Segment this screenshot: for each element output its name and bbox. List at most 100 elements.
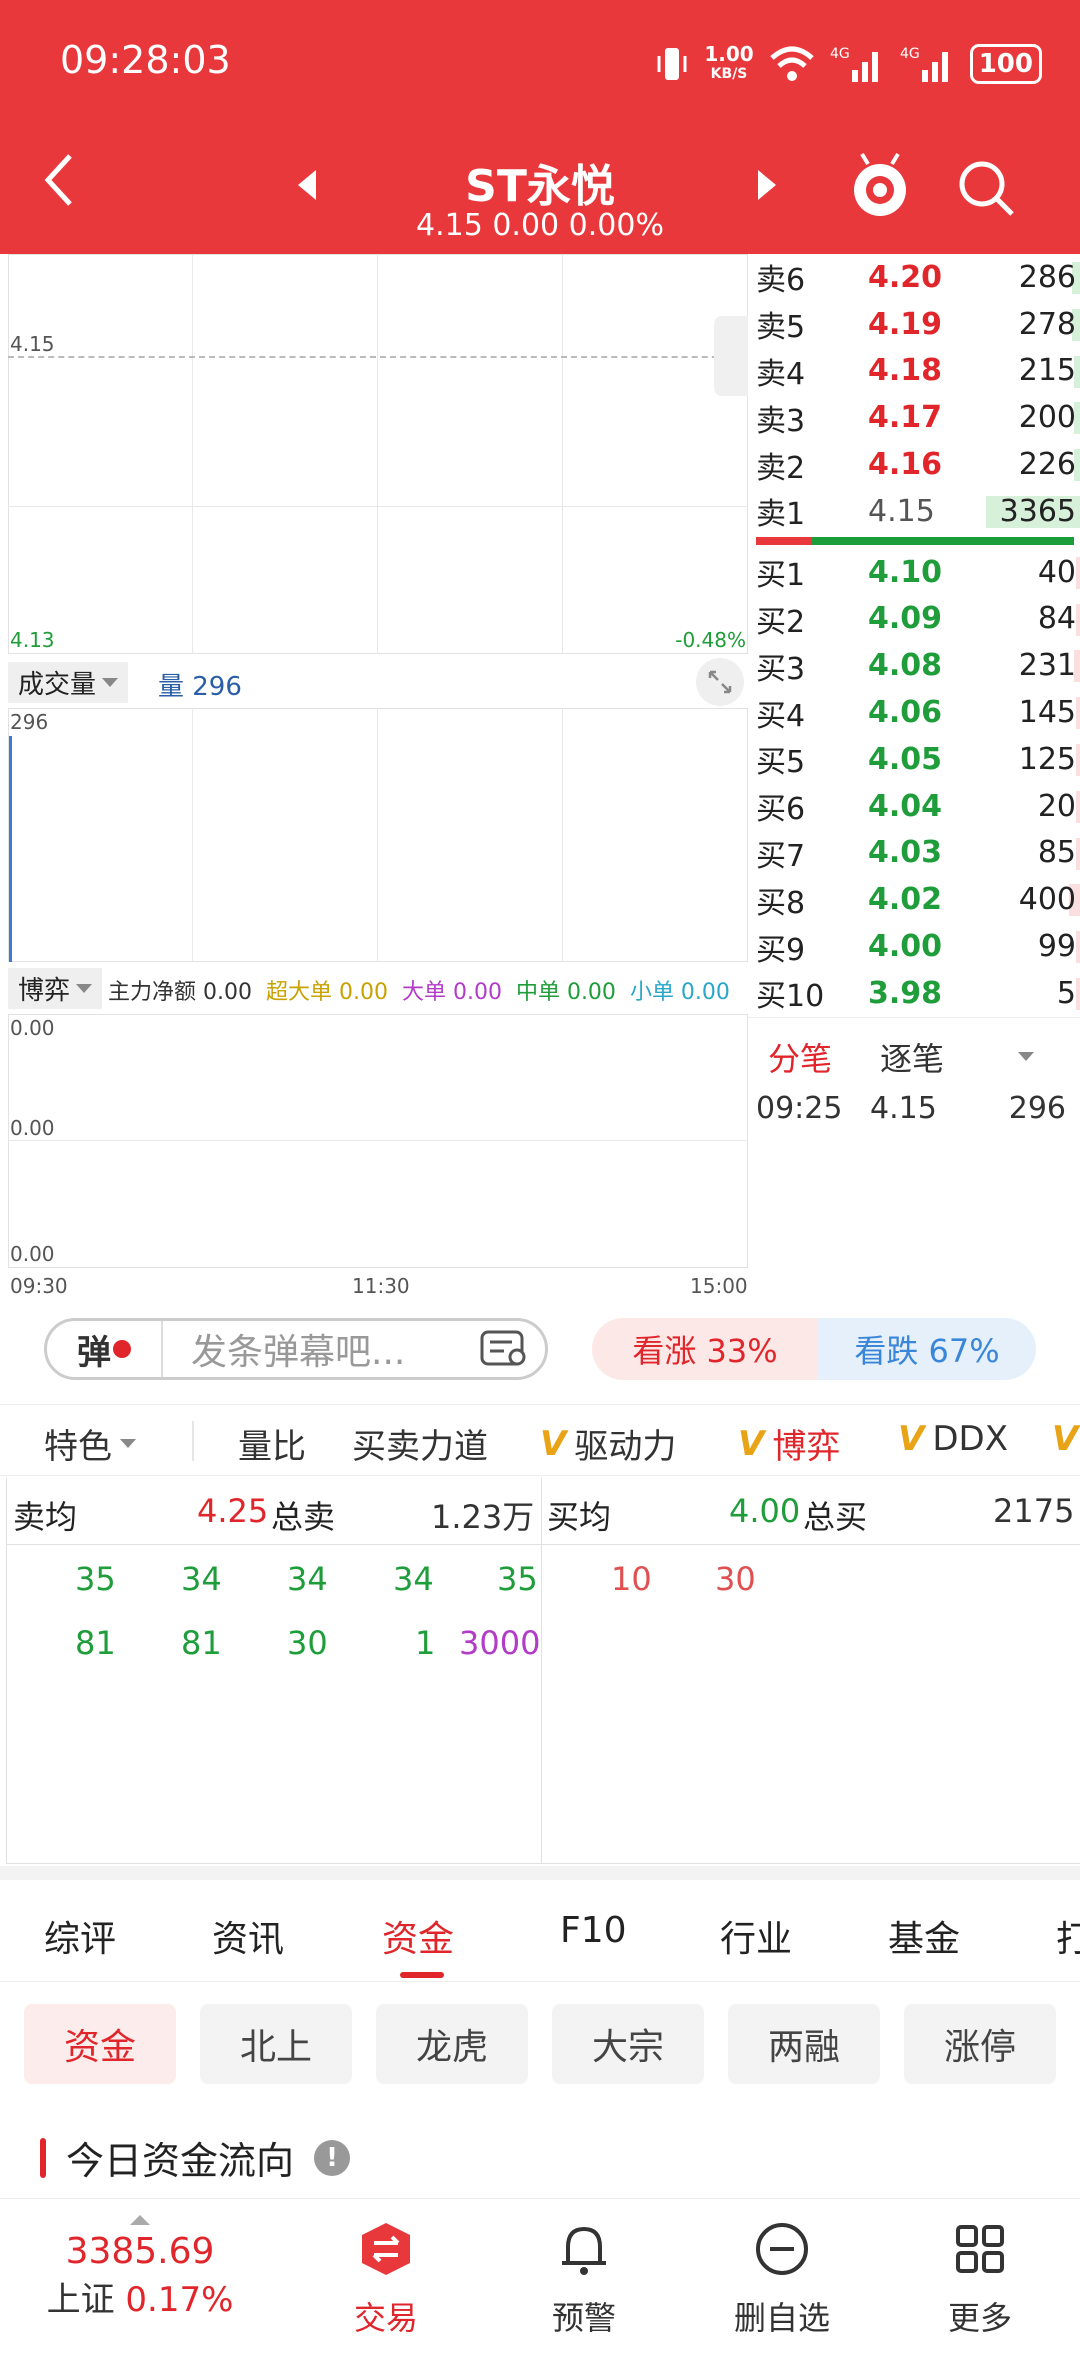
- tab-overview[interactable]: 综评: [44, 1910, 116, 1962]
- feature-selector[interactable]: 特色: [44, 1419, 136, 1468]
- sell-avg-label: 卖均: [13, 1498, 78, 1536]
- sell-row[interactable]: 卖2 4.16 226: [748, 441, 1080, 488]
- tab-zhubi[interactable]: 逐笔: [880, 1034, 944, 1080]
- chip-block-trade[interactable]: 大宗: [552, 2004, 704, 2084]
- price-high-label: 4.15: [10, 332, 55, 356]
- top-header: 09:28:03 1.00 KB/S 4G 4G 100 ST永悦 4.15 0.…: [0, 0, 1080, 254]
- flow-chart[interactable]: [8, 1014, 748, 1268]
- sell-row[interactable]: 卖1 4.15 3365: [748, 488, 1080, 535]
- search-icon[interactable]: [954, 156, 1018, 220]
- chevron-down-icon[interactable]: [1018, 1051, 1034, 1061]
- danmaku-placeholder[interactable]: 发条弹幕吧...: [163, 1323, 479, 1375]
- sell-order-10: 3000: [459, 1624, 541, 1662]
- nav-alert[interactable]: 预警: [484, 2219, 684, 2339]
- chip-funds[interactable]: 资金: [24, 2004, 176, 2084]
- tab-driving-force[interactable]: V 驱动力: [540, 1419, 676, 1468]
- buy-row[interactable]: 买3 4.08 231: [748, 642, 1080, 689]
- nav-more[interactable]: 更多: [880, 2219, 1080, 2339]
- sell-level-label: 卖2: [756, 450, 806, 486]
- buy-volume-bar: [1076, 697, 1080, 730]
- buy-row[interactable]: 买2 4.09 84: [748, 596, 1080, 643]
- buy-level-volume: 400: [1018, 882, 1076, 918]
- buy-row[interactable]: 买10 3.98 5: [748, 970, 1080, 1017]
- volume-label: 量 296: [158, 672, 242, 702]
- tab-news[interactable]: 资讯: [212, 1910, 284, 1962]
- signal-icon: 4G: [830, 46, 878, 82]
- chip-northbound[interactable]: 北上: [200, 2004, 352, 2084]
- volume-selector[interactable]: 成交量: [8, 662, 129, 703]
- tab-buy-sell-force[interactable]: 买卖力道: [352, 1419, 488, 1468]
- chip-dragon-tiger[interactable]: 龙虎: [376, 2004, 528, 2084]
- active-tab-indicator: [400, 1972, 444, 1978]
- nav-trade[interactable]: 交易: [286, 2219, 486, 2339]
- tab-funds[interactable]: 资金: [382, 1910, 454, 1962]
- volume-chart[interactable]: [8, 708, 748, 962]
- tab-more-partial[interactable]: 打: [1056, 1910, 1080, 1962]
- tab-industry[interactable]: 行业: [720, 1910, 792, 1962]
- tab-volume-ratio[interactable]: 量比: [238, 1419, 306, 1468]
- info-icon[interactable]: !: [314, 2139, 351, 2176]
- prev-stock-icon[interactable]: [298, 170, 316, 200]
- tab-ddx[interactable]: V DDX: [898, 1419, 1008, 1459]
- buy-level-volume: 20: [1037, 788, 1076, 824]
- sell-row[interactable]: 卖3 4.17 200: [748, 394, 1080, 441]
- danmaku-input[interactable]: 弹 发条弹幕吧...: [44, 1318, 548, 1380]
- index-widget[interactable]: 3385.69 上证 0.17%: [40, 2215, 240, 2321]
- tab-fenbi[interactable]: 分笔: [768, 1034, 832, 1080]
- tick-row: 09:25 4.15 296: [756, 1090, 1066, 1126]
- svg-text:4G: 4G: [830, 46, 850, 62]
- buy-row[interactable]: 买5 4.05 125: [748, 736, 1080, 783]
- buy-row[interactable]: 买7 4.03 85: [748, 830, 1080, 877]
- sell-level-volume: 286: [1018, 259, 1076, 295]
- tab-more-partial[interactable]: V: [1052, 1419, 1078, 1459]
- wifi-icon: [770, 46, 814, 81]
- buy-volume-bar: [1076, 603, 1080, 636]
- message-icon[interactable]: [479, 1329, 529, 1369]
- price-chart[interactable]: [8, 254, 748, 654]
- tab-fund[interactable]: 基金: [888, 1910, 960, 1962]
- sell-level-label: 卖5: [756, 310, 806, 346]
- tab-f10[interactable]: F10: [560, 1910, 627, 1951]
- buy-level-volume: 40: [1037, 554, 1076, 590]
- nav-remove-favorite[interactable]: 删自选: [682, 2219, 882, 2339]
- today-flow-header: 今日资金流向 !: [40, 2130, 351, 2185]
- flow-axis-2: 0.00: [10, 1116, 55, 1140]
- danmaku-badge-icon[interactable]: 弹: [47, 1321, 163, 1377]
- chip-limit-up[interactable]: 涨停: [904, 2004, 1056, 2084]
- next-stock-icon[interactable]: [758, 170, 776, 200]
- sell-row[interactable]: 卖4 4.18 215: [748, 348, 1080, 395]
- buy-row[interactable]: 买9 4.00 99: [748, 923, 1080, 970]
- sell-level-volume: 215: [1018, 353, 1076, 389]
- chevron-up-icon: [130, 2215, 150, 2225]
- game-selector[interactable]: 博弈: [8, 968, 103, 1009]
- buy-level-price: 4.10: [868, 554, 943, 590]
- today-flow-title: 今日资金流向: [66, 2139, 295, 2183]
- expand-icon[interactable]: [696, 658, 744, 706]
- buy-row[interactable]: 买4 4.06 145: [748, 689, 1080, 736]
- buy-row[interactable]: 买8 4.02 400: [748, 876, 1080, 923]
- sell-row[interactable]: 卖6 4.20 286: [748, 254, 1080, 301]
- tab-game[interactable]: V 博弈: [738, 1419, 840, 1468]
- sell-row[interactable]: 卖5 4.19 278: [748, 301, 1080, 348]
- vibrate-icon: [657, 48, 687, 80]
- sell-order-9: 1: [415, 1624, 436, 1662]
- bottom-nav: 3385.69 上证 0.17% 交易 预警 删自选 更多: [0, 2198, 1080, 2376]
- sell-level-volume: 3365: [999, 493, 1076, 529]
- time-end: 15:00: [690, 1274, 748, 1298]
- vip-icon: V: [738, 1423, 765, 1464]
- sell-level-label: 卖6: [756, 263, 806, 299]
- buy-row[interactable]: 买1 4.10 40: [748, 549, 1080, 596]
- stats-header-divider: [7, 1544, 1080, 1545]
- price-low-label: 4.13: [10, 628, 55, 652]
- chart-expand-handle[interactable]: [714, 316, 748, 396]
- chip-margin[interactable]: 两融: [728, 2004, 880, 2084]
- small-label: 小单 0.00: [629, 980, 730, 1005]
- sell-level-price: 4.15: [868, 493, 935, 529]
- back-arrow-icon[interactable]: [40, 150, 80, 210]
- mascot-icon[interactable]: [848, 150, 912, 220]
- buy-row[interactable]: 买6 4.04 20: [748, 783, 1080, 830]
- large-label: 大单 0.00: [401, 980, 502, 1005]
- vote-up-button[interactable]: 看涨 33%: [592, 1318, 818, 1380]
- vote-down-button[interactable]: 看跌 67%: [818, 1318, 1036, 1380]
- buy-level-volume: 85: [1037, 835, 1076, 871]
